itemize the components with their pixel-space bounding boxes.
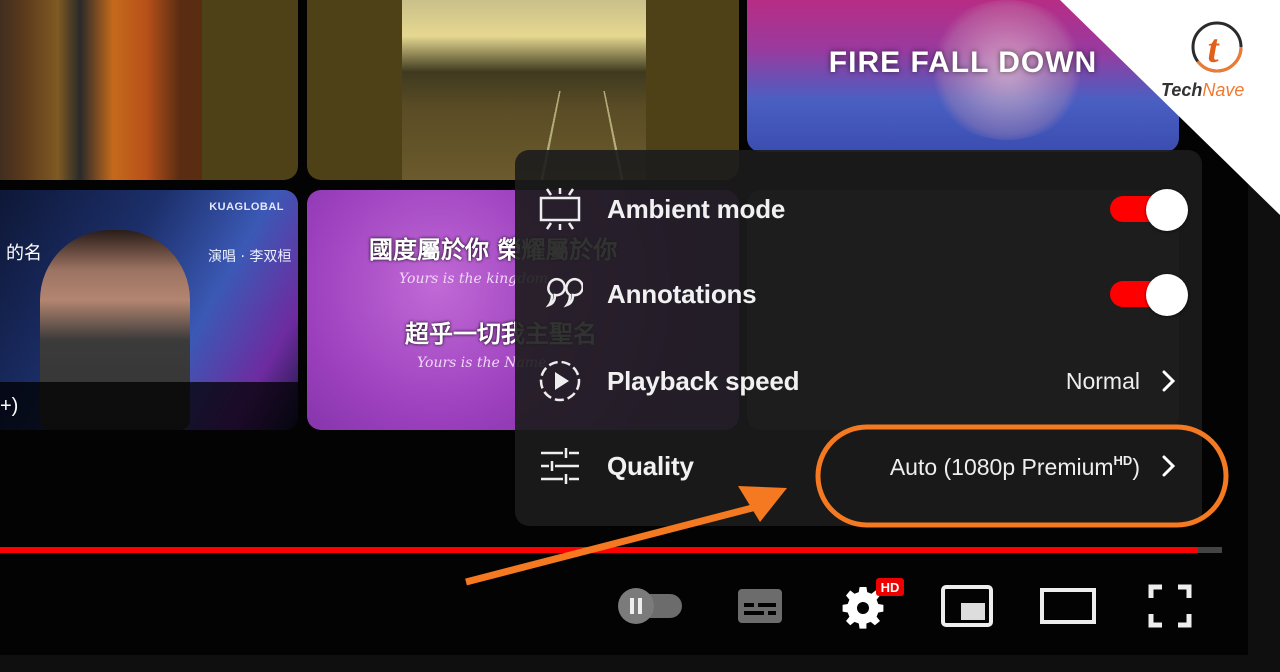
playback-speed-value: Normal [1065, 367, 1140, 394]
pause-icon [618, 588, 682, 624]
chevron-right-icon [1162, 370, 1176, 392]
video-player[interactable]: FIRE FALL DOWN 的名 演唱 · 李双桓 KUAGLOBAL +) … [0, 0, 1248, 655]
autoplay-toggle[interactable] [612, 578, 688, 634]
menu-label: Playback speed [607, 366, 800, 396]
subtitles-icon [738, 589, 782, 623]
settings-button[interactable]: HD [836, 578, 908, 634]
quality-value-text: Auto (1080p Premium [889, 453, 1114, 480]
thumbnail-caption-bar [0, 382, 298, 430]
hd-badge: HD [881, 580, 900, 595]
menu-label: Quality [607, 451, 694, 481]
annotations-toggle[interactable] [1110, 274, 1188, 316]
quality-sliders-icon [537, 443, 583, 489]
video-thumbnail-1[interactable] [0, 0, 202, 180]
menu-label: Ambient mode [607, 194, 786, 224]
ambient-mode-toggle[interactable] [1110, 189, 1188, 231]
playback-speed-icon [537, 358, 583, 404]
subtitles-button[interactable] [730, 578, 790, 634]
gear-icon: HD [842, 578, 904, 629]
theater-mode-icon [1040, 588, 1096, 624]
annotations-icon [537, 271, 583, 317]
video-thumbnail-4[interactable]: 的名 演唱 · 李双桓 KUAGLOBAL +) [0, 190, 298, 430]
thumbnail-cjk-title: 的名 [6, 243, 42, 264]
channel-brand: KUAGLOBAL [209, 201, 284, 213]
menu-item-ambient-mode[interactable]: Ambient mode [515, 167, 1202, 251]
ambient-mode-icon [537, 186, 583, 232]
page-right-margin [1248, 0, 1280, 672]
quality-value: Auto (1080p PremiumHD) [890, 454, 1140, 479]
page-bottom-margin [0, 655, 1280, 672]
thumbnail-title: FIRE FALL DOWN [828, 46, 1098, 79]
theater-mode-button[interactable] [1038, 578, 1098, 634]
progress-bar-played [0, 547, 1198, 553]
settings-menu: Ambient mode Annotations Playback speed … [515, 150, 1202, 526]
fullscreen-button[interactable] [1142, 578, 1198, 634]
thumbnail-label: +) [0, 395, 19, 417]
miniplayer-button[interactable] [938, 578, 996, 634]
chevron-right-icon [1162, 455, 1176, 477]
menu-item-annotations[interactable]: Annotations [515, 252, 1202, 336]
fullscreen-icon [1148, 584, 1192, 628]
toggle-knob [1146, 274, 1188, 316]
hd-superscript: HD [1113, 452, 1133, 468]
menu-item-playback-speed[interactable]: Playback speed Normal [515, 339, 1202, 423]
menu-label: Annotations [607, 279, 757, 309]
progress-bar[interactable] [0, 547, 1222, 553]
thumbnail-artwork [0, 0, 202, 180]
thumbnail-singer: 演唱 · 李双桓 [208, 249, 292, 265]
video-thumbnail-3[interactable]: FIRE FALL DOWN [747, 0, 1179, 152]
miniplayer-icon [941, 585, 993, 627]
menu-item-quality[interactable]: Quality Auto (1080p PremiumHD) [515, 424, 1202, 508]
toggle-knob [1146, 189, 1188, 231]
video-thumbnail-1-pad [202, 0, 298, 180]
quality-value-end: ) [1132, 453, 1140, 480]
